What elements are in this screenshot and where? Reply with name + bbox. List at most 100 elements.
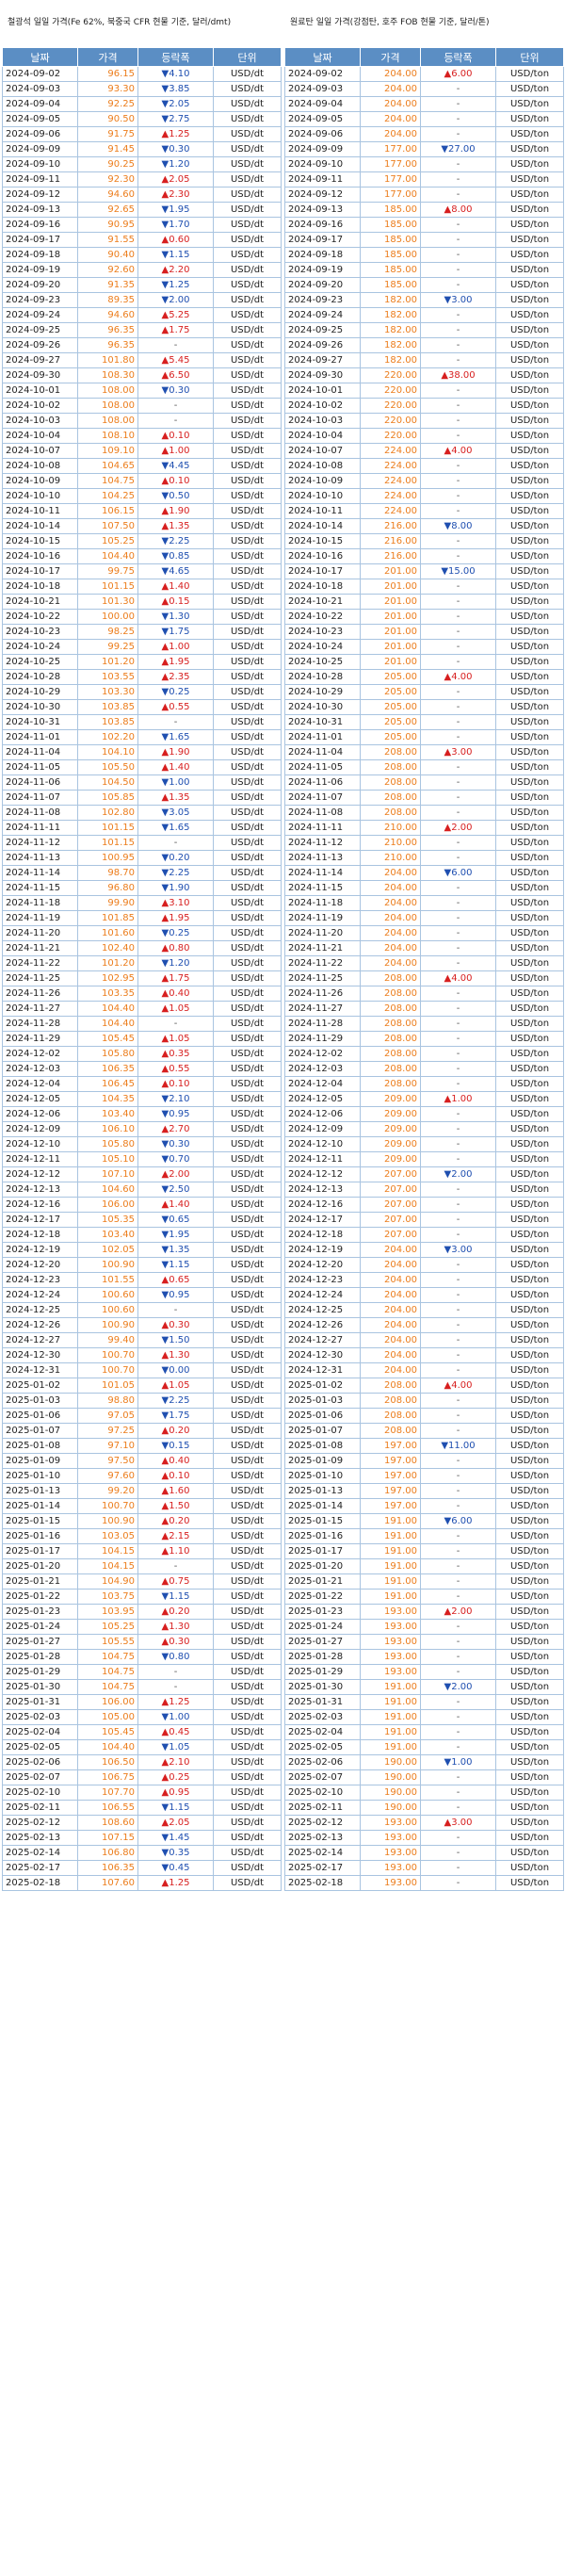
cell-unit: USD/dt xyxy=(213,488,282,504)
cell-change: ▲1.35 xyxy=(137,790,214,806)
cell-unit: USD/ton xyxy=(495,443,564,459)
table-row: 2024-09-05 204.00- USD/ton xyxy=(284,111,564,127)
table-row: 2024-10-15 216.00- USD/ton xyxy=(284,533,564,549)
cell-date: 2024-10-15 xyxy=(284,533,361,549)
table-row: 2025-02-10 190.00- USD/ton xyxy=(284,1785,564,1801)
cell-price: 109.10 xyxy=(77,443,138,459)
cell-unit: USD/ton xyxy=(495,1272,564,1288)
table-row: 2024-11-12 101.15- USD/dt xyxy=(2,835,282,851)
cell-price: 204.00 xyxy=(360,111,421,127)
cell-change: - xyxy=(420,880,496,896)
cell-change: - xyxy=(420,835,496,851)
table-row: 2024-11-08 208.00- USD/ton xyxy=(284,805,564,821)
cell-date: 2024-09-20 xyxy=(284,277,361,293)
cell-unit: USD/ton xyxy=(495,292,564,308)
cell-price: 190.00 xyxy=(360,1754,421,1770)
cell-date: 2024-12-06 xyxy=(284,1106,361,1122)
cell-change: ▼0.35 xyxy=(137,1845,214,1861)
cell-price: 204.00 xyxy=(360,1302,421,1318)
cell-unit: USD/dt xyxy=(213,1513,282,1529)
cell-unit: USD/ton xyxy=(495,669,564,685)
cell-price: 108.10 xyxy=(77,428,138,444)
cell-price: 201.00 xyxy=(360,579,421,595)
cell-price: 92.30 xyxy=(77,171,138,187)
table-row: 2024-12-03 208.00- USD/ton xyxy=(284,1061,564,1077)
cell-unit: USD/ton xyxy=(495,1634,564,1650)
cell-date: 2024-10-14 xyxy=(284,518,361,534)
cell-unit: USD/dt xyxy=(213,156,282,172)
table-row: 2025-02-14 106.80 ▼0.35 USD/dt xyxy=(2,1845,282,1861)
cell-date: 2024-12-31 xyxy=(284,1362,361,1378)
table-row: 2024-12-11 105.10 ▼0.70 USD/dt xyxy=(2,1151,282,1167)
cell-change: ▼0.25 xyxy=(137,684,214,700)
cell-price: 191.00 xyxy=(360,1724,421,1740)
cell-price: 102.05 xyxy=(77,1242,138,1258)
cell-date: 2024-12-13 xyxy=(2,1182,78,1198)
cell-date: 2024-10-24 xyxy=(2,639,78,655)
cell-unit: USD/dt xyxy=(213,970,282,986)
cell-unit: USD/ton xyxy=(495,1212,564,1228)
cell-price: 104.40 xyxy=(77,1739,138,1755)
table-row: 2024-10-09 104.75 ▲0.10 USD/dt xyxy=(2,473,282,489)
cell-price: 101.15 xyxy=(77,835,138,851)
table-row: 2025-02-05 191.00- USD/ton xyxy=(284,1739,564,1755)
cell-change: ▼0.45 xyxy=(137,1860,214,1876)
cell-change: ▼0.30 xyxy=(137,383,214,399)
table-row: 2025-02-12 108.60 ▲2.05 USD/dt xyxy=(2,1815,282,1831)
cell-date: 2025-01-10 xyxy=(284,1468,361,1484)
cell-price: 224.00 xyxy=(360,488,421,504)
cell-date: 2024-10-18 xyxy=(284,579,361,595)
cell-price: 224.00 xyxy=(360,503,421,519)
cell-date: 2025-02-14 xyxy=(2,1845,78,1861)
cell-price: 108.00 xyxy=(77,383,138,399)
cell-price: 197.00 xyxy=(360,1468,421,1484)
table-row: 2024-10-29 103.30 ▼0.25 USD/dt xyxy=(2,684,282,700)
cell-unit: USD/ton xyxy=(495,473,564,489)
cell-unit: USD/ton xyxy=(495,1001,564,1017)
cell-unit: USD/ton xyxy=(495,684,564,700)
cell-price: 204.00 xyxy=(360,1317,421,1333)
table-row: 2025-01-27 193.00- USD/ton xyxy=(284,1634,564,1650)
table-row: 2024-12-20 100.90 ▼1.15 USD/dt xyxy=(2,1257,282,1273)
table-row: 2025-01-03 98.80 ▼2.25 USD/dt xyxy=(2,1393,282,1409)
cell-date: 2024-10-16 xyxy=(284,548,361,564)
cell-date: 2024-10-23 xyxy=(284,624,361,640)
cell-unit: USD/ton xyxy=(495,81,564,97)
cell-date: 2025-02-17 xyxy=(2,1860,78,1876)
cell-unit: USD/dt xyxy=(213,850,282,866)
cell-unit: USD/dt xyxy=(213,1769,282,1785)
cell-date: 2024-11-07 xyxy=(284,790,361,806)
table-row: 2024-11-21 204.00- USD/ton xyxy=(284,940,564,956)
table-row: 2024-12-26 100.90 ▲0.30 USD/dt xyxy=(2,1317,282,1333)
table-row: 2024-12-31 100.70 ▼0.00 USD/dt xyxy=(2,1362,282,1378)
table-row: 2025-01-27 105.55 ▲0.30 USD/dt xyxy=(2,1634,282,1650)
table-row: 2024-09-16 90.95 ▼1.70 USD/dt xyxy=(2,217,282,233)
cell-price: 105.45 xyxy=(77,1724,138,1740)
cell-change: - xyxy=(420,307,496,323)
cell-date: 2024-12-09 xyxy=(2,1121,78,1137)
cell-price: 102.80 xyxy=(77,805,138,821)
cell-date: 2024-11-27 xyxy=(284,1001,361,1017)
cell-date: 2024-09-10 xyxy=(2,156,78,172)
cell-unit: USD/ton xyxy=(495,1408,564,1424)
cell-unit: USD/dt xyxy=(213,1709,282,1725)
cell-price: 100.60 xyxy=(77,1287,138,1303)
cell-unit: USD/ton xyxy=(495,955,564,971)
cell-date: 2024-12-17 xyxy=(284,1212,361,1228)
cell-change: ▲1.75 xyxy=(137,322,214,338)
cell-date: 2025-02-04 xyxy=(284,1724,361,1740)
cell-date: 2025-01-20 xyxy=(284,1558,361,1574)
cell-price: 104.40 xyxy=(77,548,138,564)
cell-unit: USD/ton xyxy=(495,533,564,549)
cell-change: ▼0.30 xyxy=(137,1136,214,1152)
cell-price: 201.00 xyxy=(360,563,421,579)
cell-price: 208.00 xyxy=(360,759,421,775)
table-row: 2025-01-30 104.75- USD/dt xyxy=(2,1679,282,1695)
cell-price: 99.90 xyxy=(77,895,138,911)
cell-change: - xyxy=(420,1136,496,1152)
cell-unit: USD/ton xyxy=(495,563,564,579)
cell-unit: USD/ton xyxy=(495,1453,564,1469)
table-row: 2025-01-02 208.00 ▲4.00 USD/ton xyxy=(284,1378,564,1394)
cell-change: ▲5.25 xyxy=(137,307,214,323)
cell-change: ▲0.40 xyxy=(137,1453,214,1469)
